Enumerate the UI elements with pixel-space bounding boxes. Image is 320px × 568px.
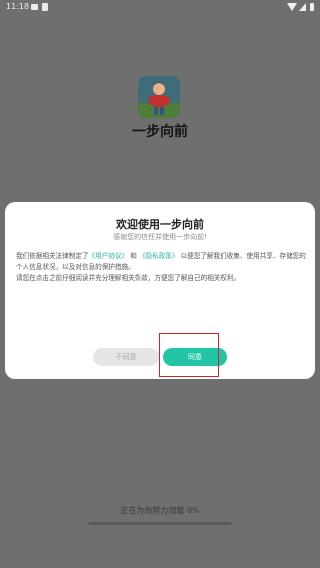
dialog-title: 欢迎使用一步向前 [116, 218, 204, 231]
body-text: 请您在点击之前仔细阅读并充分理解相关条款，方便您了解自己的相关权利。 [16, 274, 241, 282]
user-agreement-link[interactable]: 《用户协议》 [89, 252, 129, 260]
download-notification-icon [42, 3, 48, 11]
privacy-policy-link[interactable]: 《隐私政策》 [139, 252, 179, 260]
wifi-icon [287, 3, 297, 11]
app-title: 一步向前 [132, 124, 188, 140]
decline-button[interactable]: 不同意 [93, 348, 159, 366]
battery-icon [310, 3, 314, 11]
image-notification-icon [31, 4, 38, 10]
dialog-subtitle: 感谢您的信任并使用一步向前! [113, 233, 207, 241]
loading-progress-bar [88, 522, 232, 525]
body-text: 和 [130, 252, 137, 260]
app-game-icon [138, 76, 180, 118]
signal-icon [299, 3, 306, 11]
status-time: 11:18 [6, 2, 30, 11]
body-text: 我们依据相关法律制定了 [16, 252, 89, 260]
agree-button[interactable]: 同意 [163, 348, 227, 366]
app-icon-art [138, 76, 180, 118]
privacy-dialog: 欢迎使用一步向前 感谢您的信任并使用一步向前! 我们依据相关法律制定了《用户协议… [5, 202, 315, 379]
loading-text: 正在为你努力加载 0% [120, 506, 200, 515]
status-bar: 11:18 [0, 0, 320, 14]
dialog-body: 我们依据相关法律制定了《用户协议》 和 《隐私政策》 以便您了解我们收集、使用共… [16, 251, 308, 284]
